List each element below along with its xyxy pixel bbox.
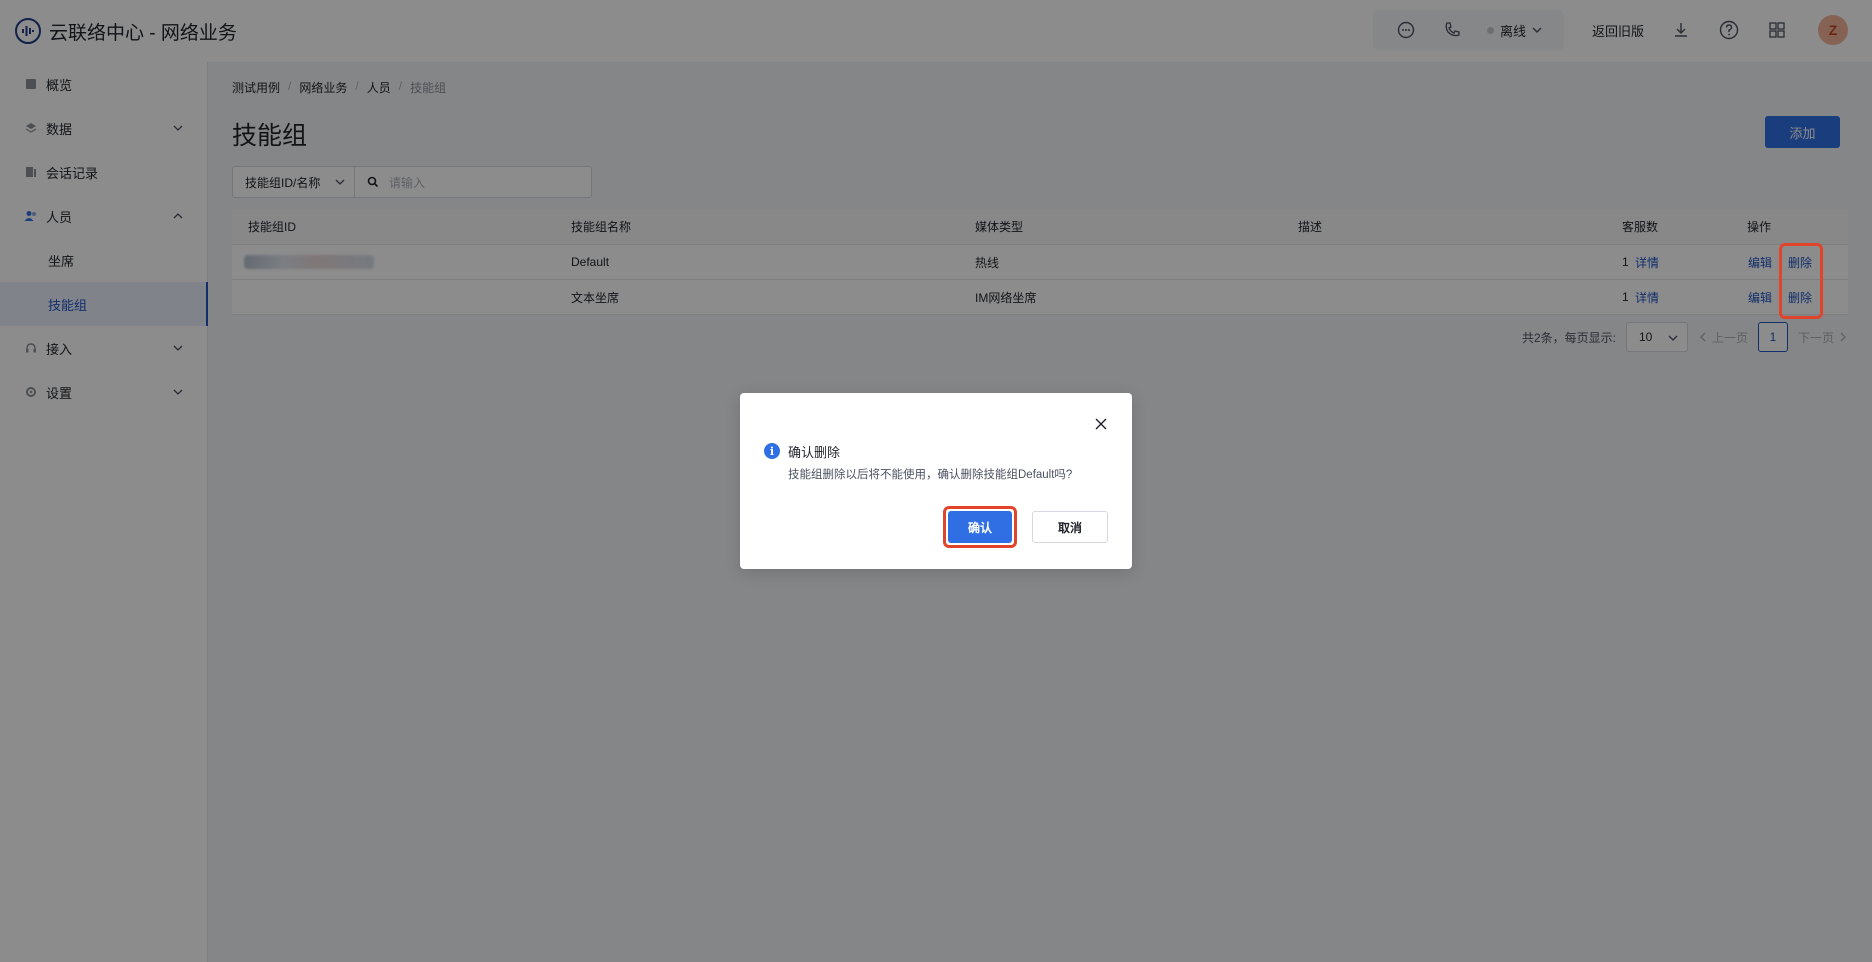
cancel-button[interactable]: 取消 bbox=[1032, 511, 1108, 543]
confirm-button[interactable]: 确认 bbox=[948, 511, 1012, 543]
confirm-delete-dialog: i 确认删除 技能组删除以后将不能使用，确认删除技能组Default吗? 确认 … bbox=[740, 393, 1132, 569]
info-icon: i bbox=[764, 443, 780, 459]
close-icon[interactable] bbox=[1094, 417, 1108, 431]
delete-links-highlight bbox=[1779, 243, 1823, 319]
dialog-message: 技能组删除以后将不能使用，确认删除技能组Default吗? bbox=[788, 469, 1073, 481]
dialog-title: 确认删除 bbox=[788, 445, 841, 460]
